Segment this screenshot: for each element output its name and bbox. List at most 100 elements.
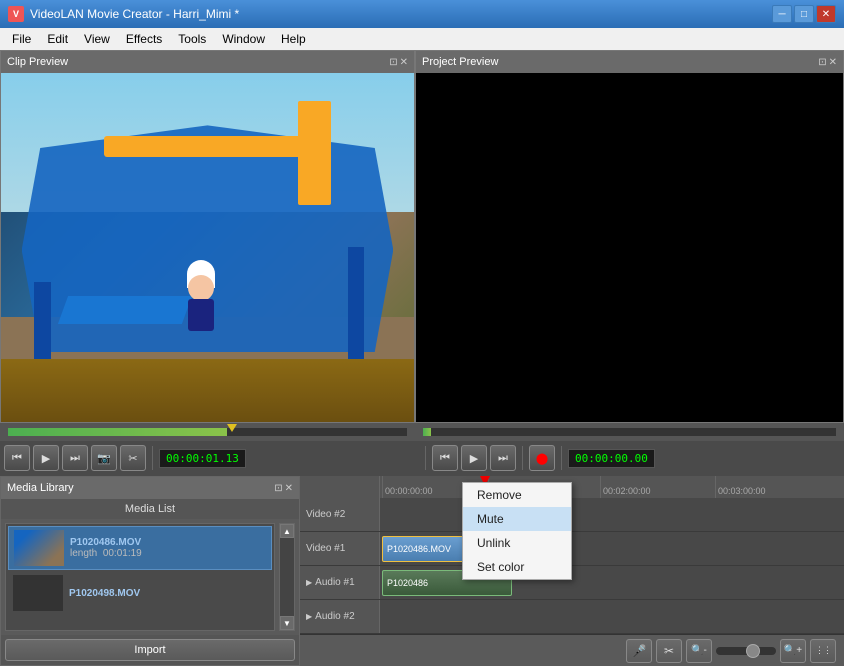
track-label-video1: Video #1 bbox=[300, 532, 380, 565]
project-preview-controls: ⊡ ✕ bbox=[818, 57, 837, 68]
grip-button[interactable]: ⋮⋮ bbox=[810, 639, 836, 663]
timeline-ruler: 00:00:00:00 00:01: 00:02:00:00 00:03:00:… bbox=[300, 476, 844, 498]
controls-row: ⏮ ▶ ⏭ 📷 ✂ 00:00:01.13 ⏮ ▶ ⏭ ⬤ 00:00:00.0… bbox=[0, 441, 844, 476]
media-item-1[interactable]: P1020498.MOV bbox=[8, 572, 272, 614]
clip-preview-panel: Clip Preview ⊡ ✕ bbox=[0, 50, 415, 423]
project-preview-close-icon[interactable]: ✕ bbox=[829, 57, 837, 68]
audio2-expand-icon[interactable]: ▶ bbox=[306, 612, 312, 621]
play-back-button[interactable]: ▶ bbox=[33, 445, 59, 471]
scroll-down-btn[interactable]: ▼ bbox=[280, 616, 294, 630]
media-item-name-1: P1020498.MOV bbox=[69, 588, 140, 599]
track-video2: Video #2 bbox=[300, 498, 844, 532]
project-preview-title: Project Preview bbox=[422, 56, 498, 68]
main-content: Clip Preview ⊡ ✕ bbox=[0, 50, 844, 666]
project-preview-header: Project Preview ⊡ ✕ bbox=[416, 51, 843, 73]
menu-view[interactable]: View bbox=[76, 28, 118, 50]
menu-window[interactable]: Window bbox=[214, 28, 273, 50]
track-content-video1[interactable]: P1020486.MOV bbox=[380, 532, 844, 565]
scroll-up-btn[interactable]: ▲ bbox=[280, 524, 294, 538]
child-body bbox=[188, 299, 214, 331]
yellow-pole bbox=[298, 101, 331, 206]
close-button[interactable]: ✕ bbox=[816, 5, 836, 23]
app-icon: V bbox=[8, 6, 24, 22]
menu-file[interactable]: File bbox=[4, 28, 39, 50]
proj-rec-button[interactable]: ⬤ bbox=[529, 445, 555, 471]
child-figure bbox=[174, 265, 229, 345]
clip-preview-header: Clip Preview ⊡ ✕ bbox=[1, 51, 414, 73]
import-button[interactable]: Import bbox=[5, 639, 295, 661]
capture-button[interactable]: 📷 bbox=[91, 445, 117, 471]
track-video1: Video #1 P1020486.MOV bbox=[300, 532, 844, 566]
separator-1 bbox=[152, 446, 153, 470]
scissors-tool-button[interactable]: ✂ bbox=[656, 639, 682, 663]
separator-4 bbox=[561, 446, 562, 470]
mic-tool-button[interactable]: 🎤 bbox=[626, 639, 652, 663]
track-content-audio2[interactable] bbox=[380, 600, 844, 633]
child-head bbox=[188, 275, 214, 301]
context-menu: Remove Mute Unlink Set color bbox=[462, 482, 572, 580]
clip-progress-bar[interactable] bbox=[8, 428, 407, 436]
project-preview-video bbox=[416, 73, 843, 422]
zoom-out-button[interactable]: 🔍- bbox=[686, 639, 712, 663]
ruler-tick-2: 00:02:00:00 bbox=[600, 476, 651, 498]
media-scroll[interactable]: ▲ ▼ bbox=[279, 523, 295, 631]
zoom-slider-thumb[interactable] bbox=[746, 644, 760, 658]
menu-edit[interactable]: Edit bbox=[39, 28, 76, 50]
skip-back-button[interactable]: ⏮ bbox=[4, 445, 30, 471]
track-audio1: ▶ Audio #1 P1020486 bbox=[300, 566, 844, 600]
zoom-in-button[interactable]: 🔍+ bbox=[780, 639, 806, 663]
menu-help[interactable]: Help bbox=[273, 28, 314, 50]
proj-skip-fwd-button[interactable]: ⏭ bbox=[490, 445, 516, 471]
menu-tools[interactable]: Tools bbox=[170, 28, 214, 50]
clip-progress-container bbox=[0, 423, 415, 441]
project-preview-float-icon[interactable]: ⊡ bbox=[818, 57, 826, 68]
video-scene bbox=[1, 73, 414, 422]
project-controls: ⏮ ▶ ⏭ ⬤ 00:00:00.00 bbox=[432, 445, 840, 471]
mulch-ground bbox=[1, 359, 414, 422]
minimize-button[interactable]: ─ bbox=[772, 5, 792, 23]
ruler-label-spacer bbox=[300, 476, 380, 498]
proj-skip-back-button[interactable]: ⏮ bbox=[432, 445, 458, 471]
scroll-track[interactable] bbox=[280, 538, 294, 616]
ruler-area[interactable]: 00:00:00:00 00:01: 00:02:00:00 00:03:00:… bbox=[380, 476, 844, 498]
track-label-audio2: ▶ Audio #2 bbox=[300, 600, 380, 633]
media-library-float-icon[interactable]: ⊡ bbox=[274, 483, 282, 494]
media-library-controls: ⊡ ✕ bbox=[274, 483, 293, 494]
ctx-remove[interactable]: Remove bbox=[463, 483, 571, 507]
media-library-close-icon[interactable]: ✕ bbox=[285, 483, 293, 494]
split-button[interactable]: ✂ bbox=[120, 445, 146, 471]
proj-play-button[interactable]: ▶ bbox=[461, 445, 487, 471]
audio1-expand-icon[interactable]: ▶ bbox=[306, 578, 312, 587]
project-progress-bar[interactable] bbox=[423, 428, 836, 436]
project-progress-container bbox=[415, 423, 844, 441]
clip-progress-fill bbox=[8, 428, 227, 436]
separator-2 bbox=[425, 446, 426, 470]
title-bar: V VideoLAN Movie Creator - Harri_Mimi * … bbox=[0, 0, 844, 28]
track-content-video2[interactable] bbox=[380, 498, 844, 531]
ctx-mute[interactable]: Mute bbox=[463, 507, 571, 531]
track-content-audio1[interactable]: P1020486 bbox=[380, 566, 844, 599]
separator-3 bbox=[522, 446, 523, 470]
media-thumb-0 bbox=[14, 530, 64, 566]
ctx-unlink[interactable]: Unlink bbox=[463, 531, 571, 555]
bottom-toolbar: 🎤 ✂ 🔍- 🔍+ ⋮⋮ bbox=[300, 634, 844, 666]
ctx-set-color[interactable]: Set color bbox=[463, 555, 571, 579]
ruler-tick-0: 00:00:00:00 bbox=[382, 476, 433, 498]
media-library-title: Media Library bbox=[7, 482, 74, 494]
media-item-info-1: P1020498.MOV bbox=[69, 588, 140, 599]
zoom-slider[interactable] bbox=[716, 647, 776, 655]
menu-effects[interactable]: Effects bbox=[118, 28, 170, 50]
ruler-tick-3: 00:03:00:00 bbox=[715, 476, 766, 498]
project-progress-fill bbox=[423, 428, 431, 436]
timeline-panel: 00:00:00:00 00:01: 00:02:00:00 00:03:00:… bbox=[300, 476, 844, 666]
media-item-name-0: P1020486.MOV bbox=[70, 537, 142, 548]
media-item-0[interactable]: P1020486.MOV length 00:01:19 bbox=[8, 526, 272, 570]
skip-fwd-button[interactable]: ⏭ bbox=[62, 445, 88, 471]
maximize-button[interactable]: □ bbox=[794, 5, 814, 23]
clip-preview-video bbox=[1, 73, 414, 422]
clip-preview-float-icon[interactable]: ⊡ bbox=[389, 57, 397, 68]
media-item-length-0: length 00:01:19 bbox=[70, 548, 142, 559]
clip-preview-close-icon[interactable]: ✕ bbox=[400, 57, 408, 68]
track-label-audio1: ▶ Audio #1 bbox=[300, 566, 380, 599]
clip-preview-title: Clip Preview bbox=[7, 56, 68, 68]
